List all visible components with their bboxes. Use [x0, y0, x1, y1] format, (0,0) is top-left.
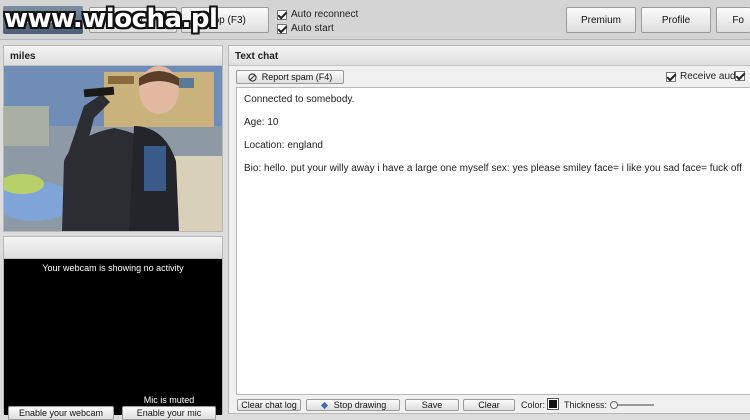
self-panel-header	[4, 237, 222, 259]
slider-handle[interactable]	[610, 401, 618, 409]
enable-mic-button[interactable]: Enable your mic	[122, 406, 216, 420]
receive-audio-checkbox[interactable]: Receive audio	[666, 71, 743, 82]
checkbox-check-icon	[277, 9, 287, 20]
checkbox-check-icon	[735, 71, 745, 81]
text-chat-title: Text chat	[229, 46, 750, 66]
save-button[interactable]: Save	[405, 399, 459, 411]
diamond-icon	[320, 401, 328, 409]
clear-button[interactable]: Clear	[463, 399, 515, 411]
partner-video-panel: miles	[3, 45, 223, 232]
checkbox-check-icon	[277, 23, 287, 34]
color-swatch-fill	[549, 400, 557, 408]
thickness-slider[interactable]	[610, 401, 654, 409]
partner-webcam-view	[4, 66, 222, 231]
stop-drawing-button[interactable]: Stop drawing	[306, 399, 400, 411]
clear-chat-log-button[interactable]: Clear chat log	[237, 399, 301, 411]
self-webcam-view: Your webcam is showing no activity Mic i…	[4, 259, 222, 420]
chat-message: Age: 10	[244, 117, 279, 128]
color-label: Color:	[521, 400, 546, 410]
auto-start-checkbox[interactable]: Auto start	[277, 23, 334, 34]
color-picker-swatch[interactable]	[547, 398, 559, 410]
auto-reconnect-checkbox[interactable]: Auto reconnect	[277, 9, 358, 20]
text-chat-panel: Text chat Report spam (F4) Receive audio…	[228, 45, 750, 414]
report-spam-button[interactable]: Report spam (F4)	[236, 70, 344, 84]
premium-button[interactable]: Premium	[566, 7, 636, 33]
chat-message: Location: england	[244, 140, 323, 151]
cut-off-checkbox[interactable]	[735, 71, 749, 81]
checkbox-check-icon	[666, 71, 676, 82]
partner-webcam-image	[4, 66, 222, 231]
mic-status-text: Mic is muted	[143, 395, 195, 405]
chat-message: Bio: hello. put your willy away i have a…	[244, 163, 742, 174]
self-video-panel: Your webcam is showing no activity Mic i…	[3, 236, 223, 420]
enable-webcam-button[interactable]: Enable your webcam	[8, 406, 114, 420]
watermark: www.wiocha.pl	[4, 4, 218, 34]
profile-button[interactable]: Profile	[641, 7, 711, 33]
cut-off-button[interactable]: Fo	[716, 7, 750, 33]
webcam-status-text: Your webcam is showing no activity	[42, 263, 184, 273]
partner-name: miles	[4, 46, 222, 66]
forbidden-icon	[248, 72, 257, 82]
thickness-label: Thickness:	[564, 400, 608, 410]
chat-log[interactable]: Connected to somebody. Age: 10 Location:…	[236, 87, 750, 395]
chat-message: Connected to somebody.	[244, 94, 355, 105]
